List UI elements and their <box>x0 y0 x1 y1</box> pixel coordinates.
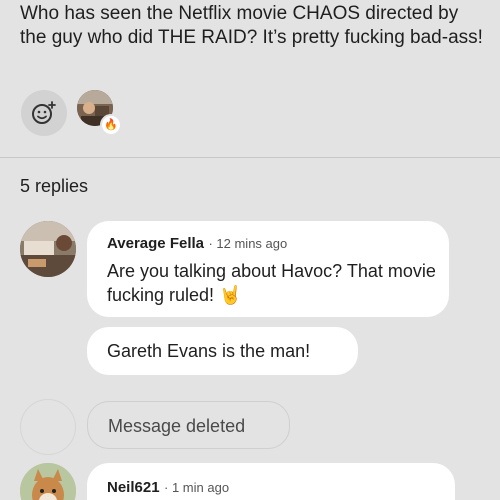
deleted-message-bubble: Message deleted <box>87 401 290 449</box>
replies-count: 5 replies <box>20 176 89 196</box>
avatar[interactable] <box>20 221 76 277</box>
reply-message: Message deleted <box>108 416 246 436</box>
reply-message: Gareth Evans is the man! <box>107 341 311 361</box>
add-reaction-button[interactable] <box>21 90 67 136</box>
reply-author[interactable]: Neil621 <box>107 479 160 496</box>
fire-icon: 🔥 <box>100 114 122 136</box>
avatar-photo <box>20 221 76 277</box>
reply-message: Are you talking about Havoc? That movie … <box>107 261 436 305</box>
avatar-placeholder <box>20 399 76 455</box>
reply-bubble[interactable]: Gareth Evans is the man! <box>87 327 358 375</box>
reply-author[interactable]: Average Fella <box>107 235 204 252</box>
smiley-plus-icon <box>32 101 56 124</box>
avatar-photo <box>20 463 76 500</box>
post-text: Who has seen the Netflix movie CHAOS dir… <box>20 3 483 48</box>
reply-time: 1 min ago <box>171 480 230 495</box>
avatar[interactable] <box>20 463 76 500</box>
reply-bubble[interactable]: Average Fella · 12 mins ago Are you talk… <box>87 221 449 317</box>
reply-time: 12 mins ago <box>216 236 288 251</box>
divider <box>0 157 500 158</box>
reply-bubble[interactable]: Neil621 · 1 min ago <box>87 463 455 500</box>
